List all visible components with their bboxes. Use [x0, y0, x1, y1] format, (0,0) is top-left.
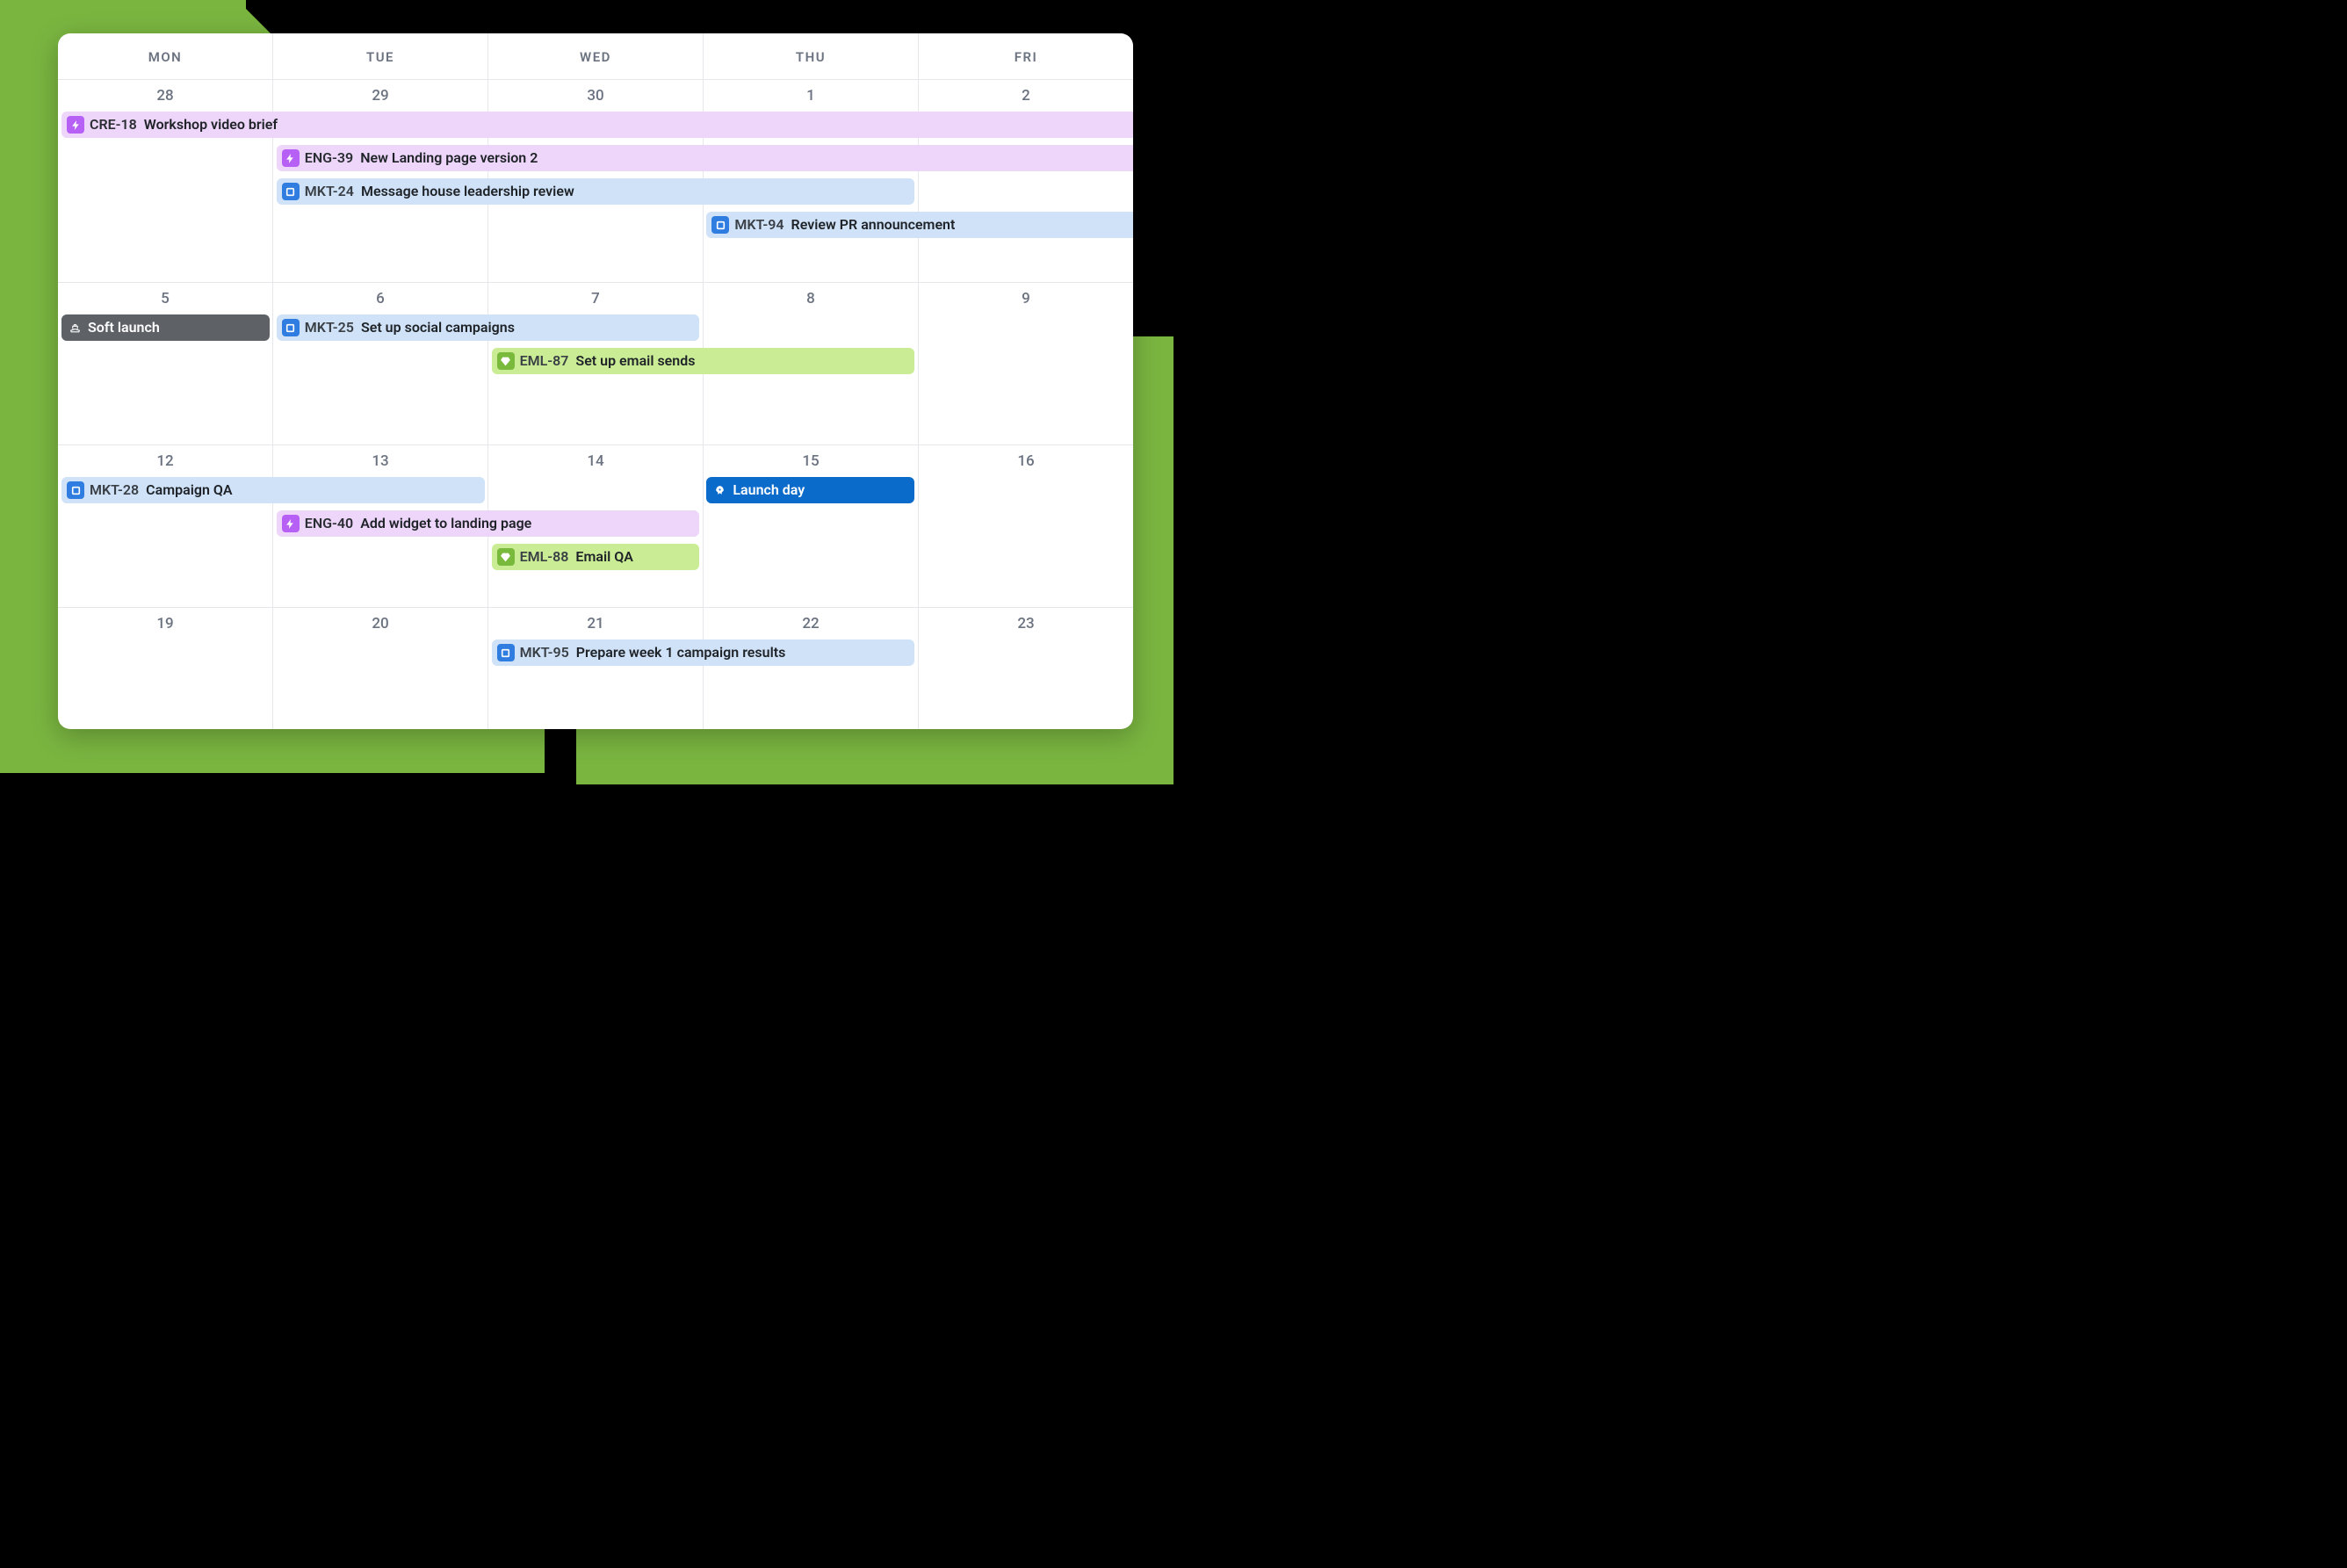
- calendar-week: 1213141516 MKT-28 Campaign QA Launch day ENG…: [58, 445, 1133, 608]
- event-title: Campaign QA: [146, 483, 232, 497]
- event-bar[interactable]: MKT-94 Review PR announcement: [706, 212, 1133, 238]
- event-key: EML-87: [520, 354, 569, 368]
- calendar-week: 56789 Soft launch MKT-25 Set up social camp…: [58, 283, 1133, 445]
- event-title: Message house leadership review: [361, 184, 574, 199]
- event-title: Review PR announcement: [791, 218, 956, 232]
- calendar-week: 28293012 CRE-18 Workshop video brief ENG-39…: [58, 80, 1133, 283]
- day-number: 14: [488, 452, 703, 470]
- event-title: Workshop video brief: [144, 118, 278, 132]
- box-icon: [282, 183, 300, 200]
- day-number: 20: [273, 615, 487, 632]
- day-number: 21: [488, 615, 703, 632]
- day-cell[interactable]: 23: [919, 608, 1133, 729]
- day-number: 5: [58, 290, 272, 307]
- day-cell[interactable]: 12: [58, 445, 273, 607]
- event-key: ENG-39: [305, 151, 353, 165]
- day-cell[interactable]: 28: [58, 80, 273, 282]
- event-key: EML-88: [520, 550, 569, 564]
- day-number: 12: [58, 452, 272, 470]
- box-icon: [67, 481, 84, 499]
- event-title: Prepare week 1 campaign results: [576, 646, 786, 660]
- day-cell[interactable]: 5: [58, 283, 273, 444]
- calendar-week: 1920212223MKT-95Prepare week 1 campaign …: [58, 608, 1133, 729]
- box-icon: [282, 319, 300, 336]
- day-cell[interactable]: 9: [919, 283, 1133, 444]
- event-bar[interactable]: ENG-39 New Landing page version 2: [277, 145, 1133, 171]
- event-key: ENG-40: [305, 517, 353, 531]
- calendar-weeks: 28293012CRE-18Workshop video briefENG-39…: [58, 80, 1133, 729]
- day-cell[interactable]: 15: [704, 445, 919, 607]
- day-number: 15: [704, 452, 918, 470]
- day-number: 1: [704, 87, 918, 105]
- day-number: 9: [919, 290, 1133, 307]
- event-title: Launch day: [733, 483, 805, 497]
- event-bar[interactable]: Launch day: [706, 477, 914, 503]
- day-number: 29: [273, 87, 487, 105]
- day-number: 23: [919, 615, 1133, 632]
- event-bar[interactable]: EML-87 Set up email sends: [492, 348, 915, 374]
- event-bar[interactable]: MKT-25 Set up social campaigns: [277, 314, 700, 341]
- event-bar[interactable]: MKT-24 Message house leadership review: [277, 178, 914, 205]
- day-number: 30: [488, 87, 703, 105]
- event-key: MKT-25: [305, 321, 354, 335]
- event-title: Add widget to landing page: [360, 517, 531, 531]
- day-cell[interactable]: 2: [919, 80, 1133, 282]
- event-title: Set up social campaigns: [361, 321, 515, 335]
- day-cell[interactable]: 21: [488, 608, 704, 729]
- day-number: 8: [704, 290, 918, 307]
- bolt-icon: [282, 149, 300, 167]
- event-bar[interactable]: CRE-18 Workshop video brief: [61, 112, 1133, 138]
- event-title: Set up email sends: [575, 354, 695, 368]
- event-key: MKT-95: [520, 646, 569, 660]
- event-key: MKT-28: [90, 483, 139, 497]
- ship-icon: [67, 319, 83, 336]
- event-key: MKT-24: [305, 184, 354, 199]
- rocket-icon: [711, 481, 727, 499]
- event-title: New Landing page version 2: [360, 151, 538, 165]
- calendar-header: MON TUE WED THU FRI: [58, 33, 1133, 80]
- day-number: 28: [58, 87, 272, 105]
- day-number: 6: [273, 290, 487, 307]
- weekday-header: TUE: [273, 33, 488, 79]
- day-number: 7: [488, 290, 703, 307]
- day-number: 16: [919, 452, 1133, 470]
- day-cell[interactable]: 19: [58, 608, 273, 729]
- event-title: Soft launch: [88, 321, 160, 335]
- gem-icon: [497, 352, 515, 370]
- day-cell[interactable]: 20: [273, 608, 488, 729]
- event-bar[interactable]: Soft launch: [61, 314, 270, 341]
- gem-icon: [497, 548, 515, 566]
- event-bar[interactable]: EML-88 Email QA: [492, 544, 700, 570]
- weekday-header: WED: [488, 33, 704, 79]
- event-title: Email QA: [575, 550, 633, 564]
- calendar-panel: MON TUE WED THU FRI 28293012CRE-18Worksh…: [58, 33, 1133, 729]
- day-number: 2: [919, 87, 1133, 105]
- bolt-icon: [282, 515, 300, 532]
- box-icon: [497, 644, 515, 661]
- box-icon: [711, 216, 729, 234]
- weekday-header: MON: [58, 33, 273, 79]
- event-key: MKT-94: [734, 218, 784, 232]
- event-bar[interactable]: MKT-28 Campaign QA: [61, 477, 485, 503]
- day-cell[interactable]: 16: [919, 445, 1133, 607]
- day-number: 19: [58, 615, 272, 632]
- day-number: 13: [273, 452, 487, 470]
- day-cell[interactable]: 22: [704, 608, 919, 729]
- bolt-icon: [67, 116, 84, 134]
- day-cell[interactable]: 6: [273, 283, 488, 444]
- event-key: CRE-18: [90, 118, 137, 132]
- day-cells: 1920212223: [58, 608, 1133, 729]
- weekday-header: FRI: [919, 33, 1133, 79]
- event-bar[interactable]: MKT-95 Prepare week 1 campaign results: [492, 639, 915, 666]
- day-number: 22: [704, 615, 918, 632]
- event-bar[interactable]: ENG-40 Add widget to landing page: [277, 510, 700, 537]
- weekday-header: THU: [704, 33, 919, 79]
